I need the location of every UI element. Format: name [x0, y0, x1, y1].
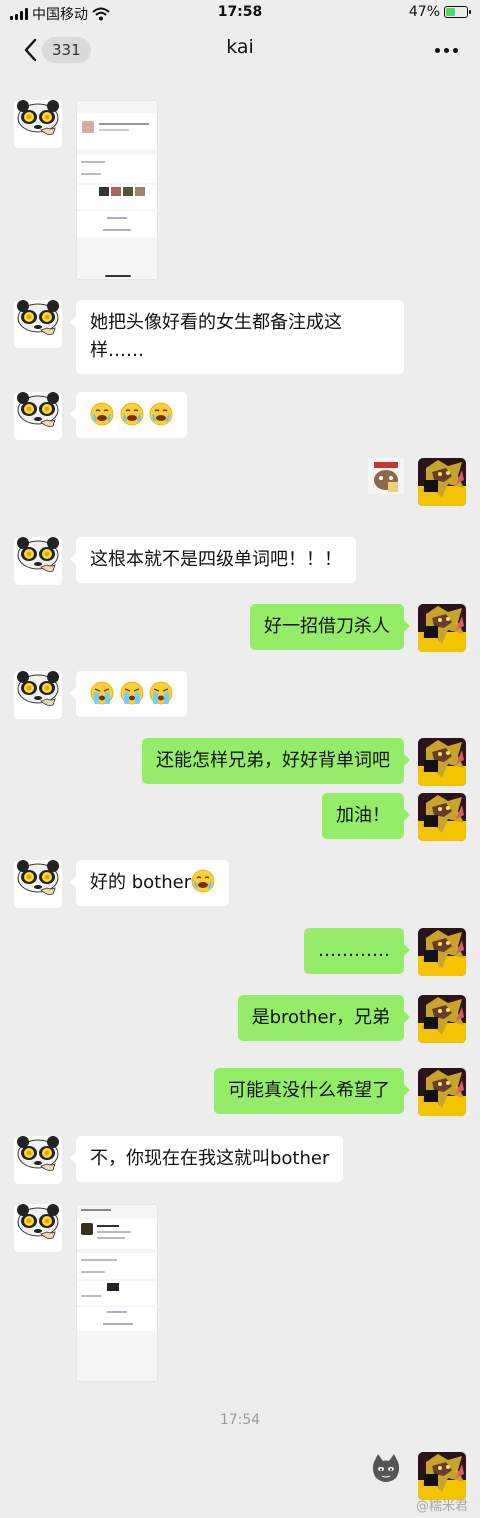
sobbing-emoji-icon [90, 681, 114, 705]
message-text: 加油！ [336, 805, 390, 826]
sobbing-emoji-icon [149, 681, 173, 705]
message-row: 这根本就不是四级单词吧！！！ [0, 537, 480, 585]
message-row: 好的 bother [0, 860, 480, 908]
outgoing-message-bubble[interactable]: 是brother，兄弟 [237, 995, 411, 1041]
cow-sticker-icon[interactable] [368, 458, 404, 494]
user-avatar[interactable] [418, 1452, 466, 1500]
incoming-message-bubble[interactable]: 好的 bother [69, 860, 230, 906]
message-row [0, 671, 480, 719]
user-avatar[interactable] [418, 995, 466, 1043]
message-text: 这根本就不是四级单词吧！！！ [90, 549, 342, 570]
outgoing-message-bubble[interactable]: 还能怎样兄弟，好好背单词吧 [142, 738, 410, 784]
incoming-message-bubble[interactable]: 她把头像好看的女生都备注成这样…… [70, 300, 404, 374]
contact-avatar[interactable] [14, 860, 62, 908]
message-row: 是brother，兄弟 [0, 995, 480, 1043]
outgoing-message-bubble[interactable]: 好一招借刀杀人 [250, 604, 410, 650]
battery-percent: 47% [408, 4, 440, 20]
outgoing-message-bubble[interactable]: 加油！ [322, 793, 410, 839]
chat-header: 331 kai [0, 26, 480, 74]
message-row [0, 458, 480, 508]
sobbing-emoji-icon [120, 681, 144, 705]
chat-title: kai [226, 36, 254, 58]
message-text: 不，你现在在我这就叫bother [90, 1148, 330, 1169]
message-row [0, 100, 480, 282]
message-row: 好一招借刀杀人 [0, 604, 480, 652]
message-timestamp: 17:54 [219, 1412, 261, 1428]
contact-avatar[interactable] [14, 671, 62, 719]
watermark: @糯米君 [415, 1499, 468, 1514]
crying-emoji-icon [149, 402, 173, 426]
message-row [0, 1452, 480, 1502]
crying-emoji-icon [191, 869, 215, 893]
message-row [0, 1204, 480, 1384]
screenshot-image[interactable] [76, 1204, 158, 1382]
contact-avatar[interactable] [14, 100, 62, 148]
crying-emoji-icon [120, 402, 144, 426]
message-text: 可能真没什么希望了 [228, 1080, 390, 1101]
incoming-message-bubble[interactable]: 这根本就不是四级单词吧！！！ [70, 537, 356, 583]
outgoing-message-bubble[interactable]: 可能真没什么希望了 [214, 1068, 410, 1114]
contact-avatar[interactable] [14, 300, 62, 348]
user-avatar[interactable] [418, 793, 466, 841]
user-avatar[interactable] [418, 1068, 466, 1116]
contact-avatar[interactable] [14, 1204, 62, 1252]
message-text: 是brother，兄弟 [251, 1007, 390, 1028]
message-row [0, 392, 480, 440]
message-row: 她把头像好看的女生都备注成这样…… [0, 300, 480, 374]
message-text: 好一招借刀杀人 [264, 616, 390, 637]
user-avatar[interactable] [418, 738, 466, 786]
more-options-icon[interactable] [435, 38, 458, 63]
contact-avatar[interactable] [14, 392, 62, 440]
message-text: ………… [318, 940, 390, 961]
contact-avatar[interactable] [14, 1136, 62, 1184]
user-avatar[interactable] [418, 928, 466, 976]
battery-icon [444, 6, 471, 18]
incoming-message-bubble[interactable]: 不，你现在在我这就叫bother [69, 1136, 344, 1182]
user-avatar[interactable] [418, 604, 466, 652]
incoming-message-bubble[interactable] [69, 671, 188, 717]
screenshot-image[interactable] [76, 100, 158, 280]
outgoing-message-bubble[interactable]: ………… [304, 928, 410, 974]
message-row: 还能怎样兄弟，好好背单词吧 [0, 738, 480, 786]
message-row: 加油！ [0, 793, 480, 841]
message-text: 她把头像好看的女生都备注成这样…… [90, 312, 342, 361]
message-text: 好的 bother [90, 872, 192, 893]
cat-sticker-icon[interactable] [368, 1452, 404, 1488]
message-text: 还能怎样兄弟，好好背单词吧 [156, 750, 390, 771]
contact-avatar[interactable] [14, 537, 62, 585]
message-row: 不，你现在在我这就叫bother [0, 1136, 480, 1184]
incoming-message-bubble[interactable] [69, 392, 188, 438]
crying-emoji-icon [90, 402, 114, 426]
message-row: ………… [0, 928, 480, 976]
message-row: 可能真没什么希望了 [0, 1068, 480, 1116]
user-avatar[interactable] [418, 458, 466, 506]
status-bar: 中国移动 17:58 47% [0, 0, 480, 26]
